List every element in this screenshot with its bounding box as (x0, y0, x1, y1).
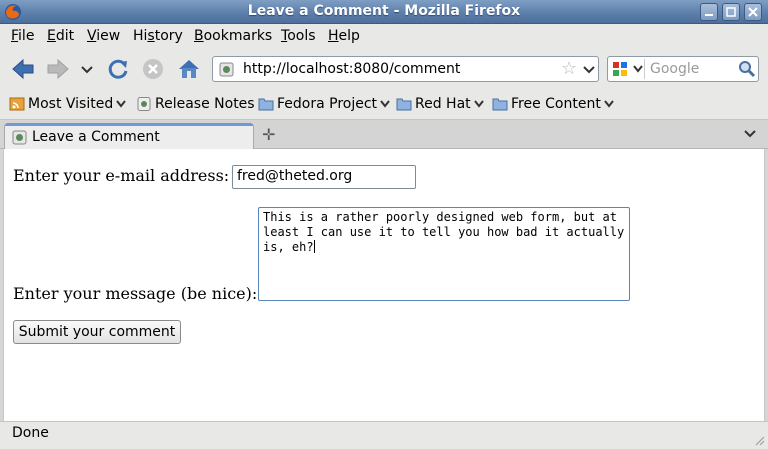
bookmark-free-content[interactable]: Free Content (492, 96, 614, 112)
bookmarks-toolbar: Most Visited Release Notes Fedora Projec… (0, 90, 768, 120)
search-separator (644, 59, 645, 79)
folder-icon (258, 98, 274, 111)
chevron-down-icon (116, 100, 126, 108)
search-input[interactable]: Google (650, 61, 699, 77)
tab-leave-a-comment[interactable]: Leave a Comment (4, 123, 254, 150)
menu-edit[interactable]: Edit (47, 28, 74, 44)
maximize-button[interactable] (722, 3, 740, 21)
rss-icon (9, 97, 25, 111)
site-identity-icon[interactable] (219, 62, 234, 77)
status-text: Done (12, 425, 49, 441)
forward-icon[interactable] (45, 56, 71, 82)
new-tab-icon[interactable]: ✛ (262, 125, 275, 144)
chevron-down-icon (473, 100, 484, 108)
url-dropdown-icon[interactable] (583, 65, 595, 75)
minimize-icon (705, 14, 713, 16)
menu-file[interactable]: File (11, 28, 34, 44)
tab-strip: Leave a Comment ✛ (0, 121, 768, 150)
window-title: Leave a Comment - Mozilla Firefox (247, 3, 521, 19)
status-bar: Done (0, 421, 768, 449)
bookmark-release-notes[interactable]: Release Notes (136, 96, 255, 112)
tab-label: Leave a Comment (32, 129, 160, 145)
resize-grip-icon[interactable] (753, 434, 765, 446)
url-text[interactable]: http://localhost:8080/comment (243, 61, 460, 77)
submit-comment-button[interactable]: Submit your comment (13, 320, 181, 344)
window-titlebar: Leave a Comment - Mozilla Firefox (0, 0, 768, 24)
menu-help[interactable]: Help (328, 28, 360, 44)
folder-icon (492, 98, 508, 111)
email-field[interactable]: fred@theted.org (232, 165, 416, 189)
menu-tools[interactable]: Tools (281, 28, 316, 44)
message-label: Enter your message (be nice): (13, 284, 258, 303)
menu-bookmarks[interactable]: Bookmarks (194, 28, 272, 44)
page-favicon-icon (12, 130, 27, 145)
page-content: Enter your e-mail address: fred@theted.o… (3, 149, 765, 421)
folder-icon (396, 98, 412, 111)
menu-history[interactable]: History (133, 28, 183, 44)
reload-icon[interactable] (105, 56, 131, 82)
text-caret (313, 240, 315, 253)
history-dropdown-icon[interactable] (80, 63, 94, 77)
chevron-down-icon (380, 100, 390, 108)
google-engine-icon[interactable] (612, 61, 628, 77)
search-engine-dropdown-icon[interactable] (633, 65, 643, 73)
maximize-icon (726, 7, 736, 17)
stop-icon[interactable] (140, 56, 166, 82)
search-icon[interactable] (738, 60, 756, 78)
message-textarea[interactable]: This is a rather poorly designed web for… (258, 207, 630, 301)
back-icon[interactable] (10, 56, 36, 82)
close-window-button[interactable] (744, 3, 762, 21)
message-text: This is a rather poorly designed web for… (263, 210, 625, 254)
active-tab-indicator (5, 123, 253, 126)
search-bar[interactable]: Google (607, 56, 759, 82)
url-bar[interactable]: http://localhost:8080/comment ☆ (212, 56, 599, 82)
email-label: Enter your e-mail address: (13, 166, 230, 185)
home-icon[interactable] (176, 56, 202, 82)
minimize-button[interactable] (700, 3, 718, 21)
menu-bar: File Edit View History Bookmarks Tools H… (0, 24, 768, 48)
bookmark-fedora-project[interactable]: Fedora Project (258, 96, 390, 112)
bookmark-red-hat[interactable]: Red Hat (396, 96, 484, 112)
page-icon (137, 97, 151, 111)
close-icon (748, 7, 758, 17)
menu-view[interactable]: View (87, 28, 120, 44)
bookmark-most-visited[interactable]: Most Visited (9, 96, 126, 112)
bookmark-star-icon[interactable]: ☆ (561, 58, 577, 79)
chevron-down-icon (604, 100, 614, 108)
tab-list-dropdown-icon[interactable] (743, 129, 757, 139)
